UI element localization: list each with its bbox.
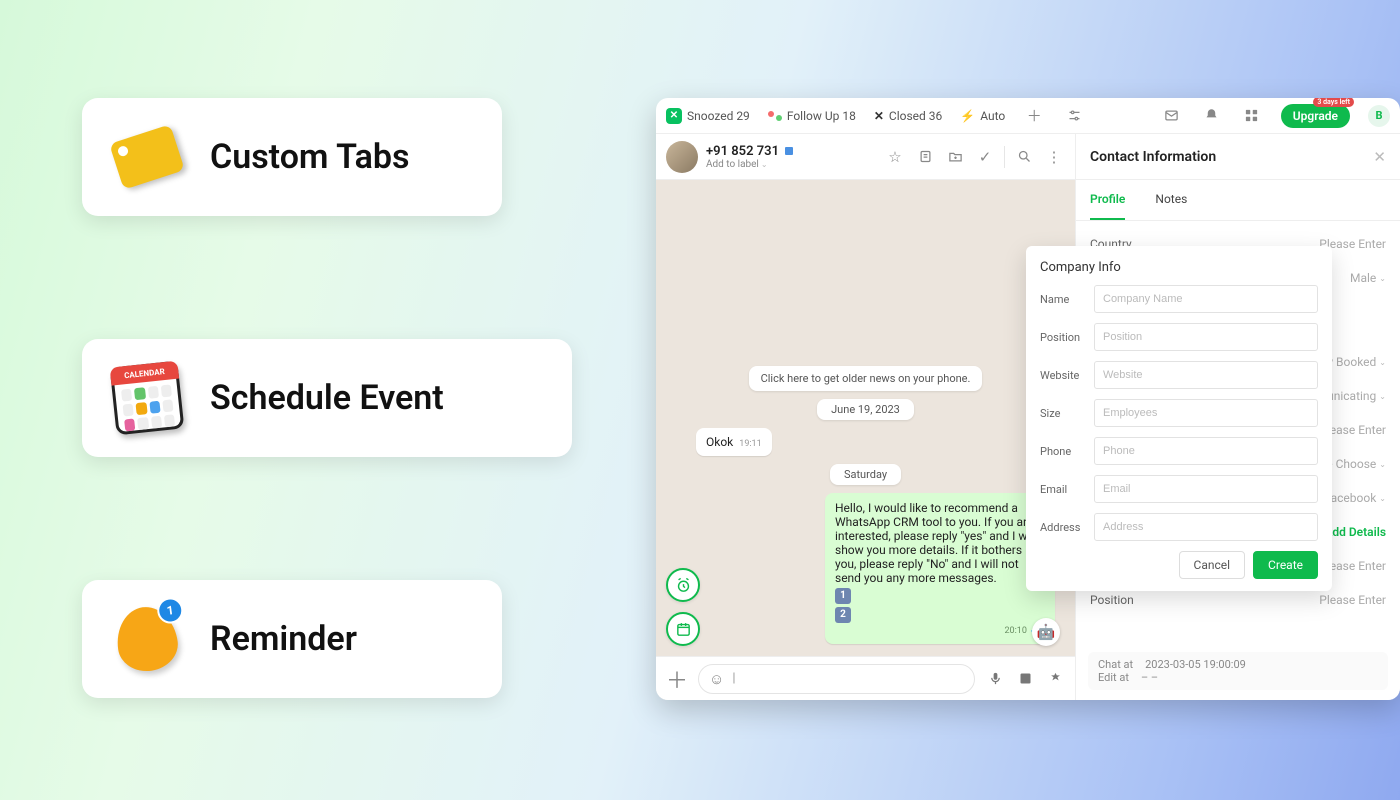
contact-avatar[interactable] [666, 141, 698, 173]
search-icon[interactable] [1013, 146, 1035, 168]
tab-closed[interactable]: ✕Closed 36 [874, 109, 942, 123]
chat-stream: Click here to get older news on your pho… [656, 180, 1075, 656]
contact-name: +91 852 731 [706, 144, 795, 159]
tag-icon [112, 122, 182, 192]
tab-profile[interactable]: Profile [1090, 180, 1125, 220]
chat-header: +91 852 731 Add to label⌄ ☆ ✓ [656, 134, 1075, 180]
date-pill: Saturday [830, 464, 901, 485]
composer: ＋ ☺ | [656, 656, 1075, 700]
meta-box: Chat at2023-03-05 19:00:09 Edit at– – [1088, 652, 1388, 690]
field-value-position[interactable]: Please Enter [1319, 593, 1386, 607]
add-tab-button[interactable]: ＋ [1023, 105, 1045, 127]
feature-custom-tabs: Custom Tabs [82, 98, 502, 216]
star-icon[interactable]: ☆ [884, 146, 906, 168]
outgoing-message: Hello, I would like to recommend a Whats… [825, 493, 1055, 644]
feature-title: Schedule Event [210, 378, 444, 418]
quick-reply-icon[interactable] [1045, 669, 1065, 689]
feature-reminder: Reminder [82, 580, 502, 698]
inbox-icon[interactable] [1161, 105, 1183, 127]
field-value-facebook[interactable]: Facebook⌄ [1324, 491, 1386, 505]
user-avatar[interactable]: B [1368, 105, 1390, 127]
modal-label-phone: Phone [1040, 445, 1094, 458]
modal-label-position: Position [1040, 331, 1094, 344]
modal-input-size[interactable] [1094, 399, 1318, 427]
bell-icon [112, 604, 182, 674]
alarm-button[interactable] [666, 568, 700, 602]
upgrade-button[interactable]: Upgrade 3 days left [1281, 104, 1350, 128]
verified-icon [783, 145, 795, 157]
feature-title: Custom Tabs [210, 137, 410, 177]
topbar: ✕Snoozed 29 Follow Up 18 ✕Closed 36 ⚡Aut… [656, 98, 1400, 134]
add-label-link[interactable]: Add to label⌄ [706, 159, 795, 170]
more-icon[interactable]: ⋮ [1043, 146, 1065, 168]
mic-icon[interactable] [985, 669, 1005, 689]
modal-label-address: Address [1040, 521, 1094, 534]
modal-label-name: Name [1040, 293, 1094, 306]
modal-input-name[interactable] [1094, 285, 1318, 313]
cancel-button[interactable]: Cancel [1179, 551, 1246, 579]
tab-auto[interactable]: ⚡Auto [960, 109, 1005, 123]
create-button[interactable]: Create [1253, 551, 1318, 579]
tab-follow-up[interactable]: Follow Up 18 [768, 109, 856, 123]
modal-label-email: Email [1040, 483, 1094, 496]
modal-input-address[interactable] [1094, 513, 1318, 541]
calendar-button[interactable] [666, 612, 700, 646]
calendar-icon: CALENDAR [112, 363, 182, 433]
feature-title: Reminder [210, 619, 357, 659]
older-news-link[interactable]: Click here to get older news on your pho… [749, 366, 983, 391]
modal-title: Company Info [1040, 260, 1318, 275]
bell-topbar-icon[interactable] [1201, 105, 1223, 127]
tab-notes[interactable]: Notes [1155, 180, 1187, 220]
date-pill: June 19, 2023 [817, 399, 914, 420]
chat-column: +91 852 731 Add to label⌄ ☆ ✓ [656, 134, 1076, 700]
modal-label-size: Size [1040, 407, 1094, 420]
modal-input-phone[interactable] [1094, 437, 1318, 465]
modal-label-website: Website [1040, 369, 1094, 382]
field-value-gender[interactable]: Male⌄ [1350, 271, 1386, 285]
contact-info-title: Contact Information [1090, 149, 1216, 165]
filter-icon[interactable] [1063, 105, 1085, 127]
app-window: ✕Snoozed 29 Follow Up 18 ✕Closed 36 ⚡Aut… [656, 98, 1400, 700]
folder-add-icon[interactable] [944, 146, 966, 168]
close-icon[interactable]: ✕ [1373, 148, 1386, 166]
message-input[interactable]: ☺ | [698, 664, 975, 694]
check-icon[interactable]: ✓ [974, 146, 996, 168]
tab-snoozed[interactable]: ✕Snoozed 29 [666, 108, 750, 124]
modal-input-position[interactable] [1094, 323, 1318, 351]
company-info-modal: Company Info Name Position Website Size … [1026, 246, 1332, 591]
incoming-message: Okok19:11 [696, 428, 772, 456]
feature-schedule-event: CALENDAR Schedule Event [82, 339, 572, 457]
bot-avatar-icon: 🤖 [1032, 618, 1060, 646]
note-icon[interactable] [914, 146, 936, 168]
modal-input-email[interactable] [1094, 475, 1318, 503]
emoji-icon[interactable]: ☺ [709, 670, 724, 688]
modal-input-website[interactable] [1094, 361, 1318, 389]
attach-button[interactable]: ＋ [666, 663, 688, 695]
template-icon[interactable] [1015, 669, 1035, 689]
field-label-position: Position [1090, 593, 1134, 607]
apps-icon[interactable] [1241, 105, 1263, 127]
